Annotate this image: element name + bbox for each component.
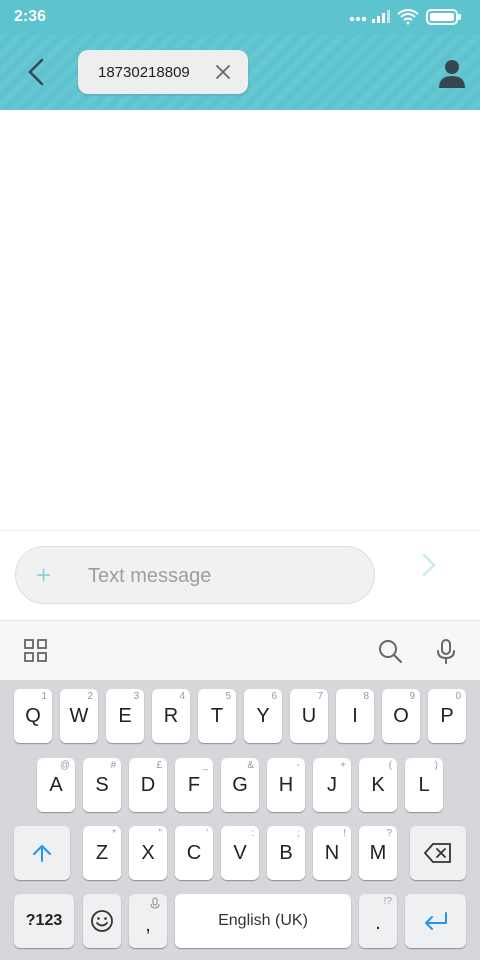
key-z[interactable]: * Z xyxy=(83,826,121,880)
key-k[interactable]: (K xyxy=(359,758,397,812)
key-n[interactable]: ! N xyxy=(313,826,351,880)
contact-person-icon xyxy=(439,60,465,88)
period-key[interactable]: !? . xyxy=(359,894,397,948)
key-x[interactable]: " X xyxy=(129,826,167,880)
key-c[interactable]: ' C xyxy=(175,826,213,880)
status-icons xyxy=(349,9,461,25)
key-g[interactable]: & G xyxy=(221,758,259,812)
symbols-key[interactable]: ?123 xyxy=(14,894,74,948)
key-b[interactable]: ; B xyxy=(267,826,305,880)
key-f[interactable]: _ F xyxy=(175,758,213,812)
remove-recipient-button[interactable] xyxy=(214,63,232,81)
signal-dots-icon xyxy=(349,16,367,22)
cell-signal-icon xyxy=(372,10,390,23)
key-l[interactable]: ) L xyxy=(405,758,443,812)
backspace-icon xyxy=(424,843,451,863)
space-key[interactable]: English (UK) xyxy=(175,894,351,948)
key-r[interactable]: 4R xyxy=(152,689,190,743)
emoji-key[interactable] xyxy=(83,894,121,948)
grid-menu-icon[interactable] xyxy=(22,637,50,665)
key-h[interactable]: -H xyxy=(267,758,305,812)
microphone-icon[interactable] xyxy=(432,637,460,665)
enter-icon xyxy=(425,912,447,930)
conversation-header: 18730218809 xyxy=(0,34,480,110)
battery-icon xyxy=(426,9,461,25)
message-placeholder: Text message xyxy=(88,565,212,587)
back-arrow-icon xyxy=(28,58,44,86)
send-button[interactable] xyxy=(414,551,442,579)
status-bar: 2:36 xyxy=(0,0,480,34)
key-u[interactable]: 7U xyxy=(290,689,328,743)
shift-arrow-icon xyxy=(33,845,51,862)
key-s[interactable]: # S xyxy=(83,758,121,812)
plus-icon[interactable]: + xyxy=(36,561,58,589)
close-icon xyxy=(216,65,230,79)
keyboard: 1Q 2W 3E 4R 5T 6Y 7U 8I 9O 0P @ A # S £ D _… xyxy=(0,680,480,960)
message-thread xyxy=(0,110,480,530)
shift-key[interactable] xyxy=(14,826,70,880)
message-input[interactable]: + Text message xyxy=(15,546,375,604)
key-j[interactable]: + J xyxy=(313,758,351,812)
recipient-chip[interactable]: 18730218809 xyxy=(78,50,248,94)
key-m[interactable]: ? M xyxy=(359,826,397,880)
emoji-icon xyxy=(91,910,113,932)
search-icon[interactable] xyxy=(376,637,404,665)
key-o[interactable]: 9O xyxy=(382,689,420,743)
key-i[interactable]: 8I xyxy=(336,689,374,743)
send-arrow-icon xyxy=(422,553,436,577)
key-y[interactable]: 6Y xyxy=(244,689,282,743)
key-q[interactable]: 1Q xyxy=(14,689,52,743)
keyboard-toolbar xyxy=(0,620,480,681)
key-w[interactable]: 2W xyxy=(60,689,98,743)
recipient-number: 18730218809 xyxy=(98,64,190,81)
key-d[interactable]: £ D xyxy=(129,758,167,812)
back-button[interactable] xyxy=(20,54,54,90)
status-time: 2:36 xyxy=(14,8,47,25)
contact-button[interactable] xyxy=(434,56,470,92)
key-a[interactable]: @ A xyxy=(37,758,75,812)
enter-key[interactable] xyxy=(405,894,466,948)
backspace-key[interactable] xyxy=(410,826,466,880)
key-e[interactable]: 3E xyxy=(106,689,144,743)
key-p[interactable]: 0P xyxy=(428,689,466,743)
microphone-hint-icon xyxy=(150,897,160,909)
compose-bar: + Text message xyxy=(0,530,480,621)
wifi-icon xyxy=(397,9,419,25)
key-v[interactable]: :V xyxy=(221,826,259,880)
key-t[interactable]: 5T xyxy=(198,689,236,743)
comma-key[interactable]: , xyxy=(129,894,167,948)
